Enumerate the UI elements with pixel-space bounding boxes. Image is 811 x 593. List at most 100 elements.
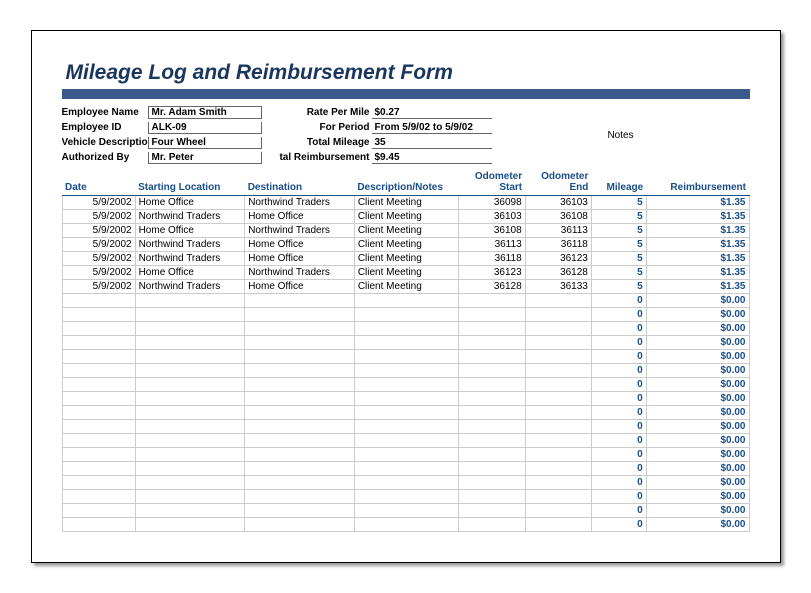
cell-start[interactable]: Northwind Traders bbox=[135, 238, 245, 252]
table-row[interactable]: 0$0.00 bbox=[62, 518, 749, 532]
cell-dest[interactable] bbox=[245, 392, 355, 406]
table-row[interactable]: 5/9/2002Home OfficeNorthwind TradersClie… bbox=[62, 224, 749, 238]
cell-dest[interactable]: Home Office bbox=[245, 238, 355, 252]
table-row[interactable]: 5/9/2002Northwind TradersHome OfficeClie… bbox=[62, 252, 749, 266]
cell-date[interactable] bbox=[62, 308, 135, 322]
cell-desc[interactable] bbox=[354, 476, 459, 490]
cell-desc[interactable] bbox=[354, 392, 459, 406]
cell-odo-end[interactable] bbox=[525, 336, 591, 350]
cell-date[interactable] bbox=[62, 294, 135, 308]
cell-date[interactable]: 5/9/2002 bbox=[62, 252, 135, 266]
cell-date[interactable]: 5/9/2002 bbox=[62, 266, 135, 280]
table-row[interactable]: 0$0.00 bbox=[62, 504, 749, 518]
cell-desc[interactable]: Client Meeting bbox=[354, 224, 459, 238]
cell-dest[interactable] bbox=[245, 322, 355, 336]
cell-date[interactable] bbox=[62, 448, 135, 462]
cell-start[interactable]: Northwind Traders bbox=[135, 210, 245, 224]
cell-date[interactable] bbox=[62, 322, 135, 336]
cell-odo-end[interactable] bbox=[525, 462, 591, 476]
cell-dest[interactable] bbox=[245, 406, 355, 420]
cell-dest[interactable] bbox=[245, 504, 355, 518]
cell-desc[interactable] bbox=[354, 308, 459, 322]
cell-odo-start[interactable] bbox=[459, 378, 525, 392]
cell-dest[interactable]: Northwind Traders bbox=[245, 196, 355, 210]
cell-start[interactable] bbox=[135, 392, 245, 406]
value-employee-id[interactable]: ALK-09 bbox=[148, 122, 262, 134]
cell-date[interactable] bbox=[62, 476, 135, 490]
cell-start[interactable] bbox=[135, 364, 245, 378]
table-row[interactable]: 5/9/2002Home OfficeNorthwind TradersClie… bbox=[62, 266, 749, 280]
cell-date[interactable] bbox=[62, 336, 135, 350]
cell-date[interactable] bbox=[62, 392, 135, 406]
cell-dest[interactable] bbox=[245, 518, 355, 532]
cell-odo-end[interactable] bbox=[525, 392, 591, 406]
cell-date[interactable] bbox=[62, 490, 135, 504]
cell-odo-end[interactable] bbox=[525, 504, 591, 518]
table-row[interactable]: 0$0.00 bbox=[62, 336, 749, 350]
cell-odo-start[interactable] bbox=[459, 476, 525, 490]
cell-odo-end[interactable]: 36108 bbox=[525, 210, 591, 224]
cell-odo-start[interactable]: 36098 bbox=[459, 196, 525, 210]
cell-odo-end[interactable] bbox=[525, 406, 591, 420]
value-period[interactable]: From 5/9/02 to 5/9/02 bbox=[372, 122, 492, 134]
cell-odo-end[interactable] bbox=[525, 490, 591, 504]
table-row[interactable]: 0$0.00 bbox=[62, 392, 749, 406]
table-row[interactable]: 0$0.00 bbox=[62, 294, 749, 308]
table-row[interactable]: 0$0.00 bbox=[62, 322, 749, 336]
cell-odo-start[interactable] bbox=[459, 462, 525, 476]
cell-odo-start[interactable] bbox=[459, 392, 525, 406]
cell-start[interactable] bbox=[135, 490, 245, 504]
cell-desc[interactable] bbox=[354, 490, 459, 504]
cell-start[interactable] bbox=[135, 322, 245, 336]
cell-odo-end[interactable]: 36118 bbox=[525, 238, 591, 252]
cell-dest[interactable] bbox=[245, 490, 355, 504]
cell-odo-start[interactable]: 36113 bbox=[459, 238, 525, 252]
table-row[interactable]: 5/9/2002Northwind TradersHome OfficeClie… bbox=[62, 280, 749, 294]
table-row[interactable]: 0$0.00 bbox=[62, 434, 749, 448]
cell-dest[interactable] bbox=[245, 364, 355, 378]
cell-start[interactable] bbox=[135, 504, 245, 518]
cell-odo-end[interactable] bbox=[525, 378, 591, 392]
cell-date[interactable] bbox=[62, 462, 135, 476]
cell-odo-end[interactable] bbox=[525, 322, 591, 336]
cell-dest[interactable] bbox=[245, 378, 355, 392]
cell-dest[interactable] bbox=[245, 294, 355, 308]
cell-odo-end[interactable] bbox=[525, 476, 591, 490]
cell-desc[interactable] bbox=[354, 448, 459, 462]
table-row[interactable]: 0$0.00 bbox=[62, 476, 749, 490]
cell-desc[interactable]: Client Meeting bbox=[354, 210, 459, 224]
cell-start[interactable]: Home Office bbox=[135, 266, 245, 280]
table-row[interactable]: 0$0.00 bbox=[62, 350, 749, 364]
cell-odo-start[interactable] bbox=[459, 518, 525, 532]
cell-odo-start[interactable]: 36108 bbox=[459, 224, 525, 238]
cell-start[interactable] bbox=[135, 406, 245, 420]
table-row[interactable]: 5/9/2002Northwind TradersHome OfficeClie… bbox=[62, 210, 749, 224]
cell-desc[interactable] bbox=[354, 462, 459, 476]
cell-desc[interactable] bbox=[354, 518, 459, 532]
cell-odo-start[interactable] bbox=[459, 322, 525, 336]
cell-date[interactable]: 5/9/2002 bbox=[62, 238, 135, 252]
cell-date[interactable] bbox=[62, 406, 135, 420]
cell-odo-start[interactable] bbox=[459, 420, 525, 434]
cell-desc[interactable] bbox=[354, 364, 459, 378]
cell-odo-end[interactable] bbox=[525, 294, 591, 308]
cell-odo-end[interactable] bbox=[525, 448, 591, 462]
cell-dest[interactable] bbox=[245, 476, 355, 490]
table-row[interactable]: 0$0.00 bbox=[62, 378, 749, 392]
cell-odo-start[interactable] bbox=[459, 336, 525, 350]
value-employee-name[interactable]: Mr. Adam Smith bbox=[148, 106, 262, 119]
cell-start[interactable] bbox=[135, 336, 245, 350]
cell-date[interactable] bbox=[62, 504, 135, 518]
cell-odo-start[interactable] bbox=[459, 448, 525, 462]
table-row[interactable]: 0$0.00 bbox=[62, 490, 749, 504]
cell-date[interactable]: 5/9/2002 bbox=[62, 196, 135, 210]
cell-desc[interactable]: Client Meeting bbox=[354, 252, 459, 266]
cell-odo-end[interactable] bbox=[525, 364, 591, 378]
cell-start[interactable] bbox=[135, 434, 245, 448]
cell-desc[interactable]: Client Meeting bbox=[354, 266, 459, 280]
cell-start[interactable]: Home Office bbox=[135, 224, 245, 238]
cell-odo-start[interactable]: 36123 bbox=[459, 266, 525, 280]
table-row[interactable]: 0$0.00 bbox=[62, 364, 749, 378]
cell-dest[interactable]: Home Office bbox=[245, 280, 355, 294]
cell-start[interactable] bbox=[135, 350, 245, 364]
